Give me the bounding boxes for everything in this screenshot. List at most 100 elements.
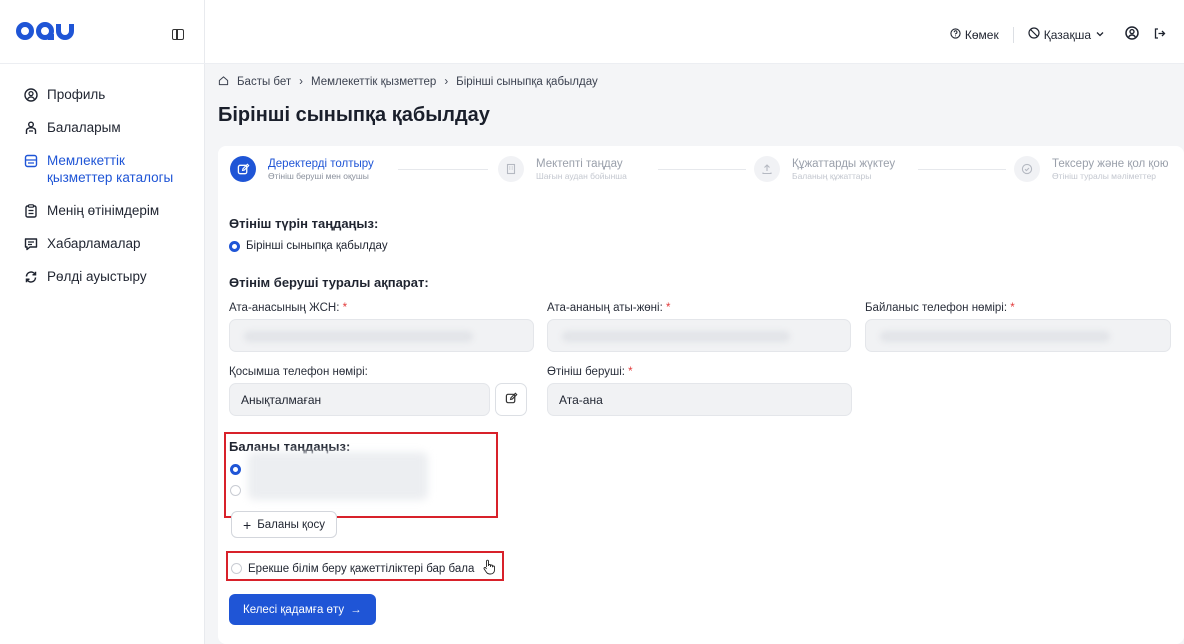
child-name-blurred bbox=[248, 452, 428, 500]
step-choose-school[interactable]: Мектепті таңдау Шағын аудан бойынша bbox=[498, 156, 627, 182]
sidebar-item-label: Рөлді ауыстыру bbox=[47, 269, 147, 284]
applicant-info-title: Өтінім беруші туралы ақпарат: bbox=[229, 275, 429, 290]
step-connector bbox=[658, 169, 746, 170]
phone-label: Байланыс телефон нөмірі: * bbox=[865, 302, 1015, 314]
building-icon bbox=[498, 156, 524, 182]
extra-phone-value: Анықталмаған bbox=[241, 392, 322, 407]
sidebar-item-label: Профиль bbox=[47, 87, 106, 102]
next-step-label: Келесі қадамға өту bbox=[243, 603, 345, 616]
help-icon bbox=[950, 27, 961, 42]
header-divider bbox=[1012, 26, 1014, 43]
brand-area bbox=[0, 0, 205, 64]
sidebar-nav: Профиль Балаларым Мемлекеттік қызметтер … bbox=[0, 78, 205, 293]
applicant-role-label-text: Өтініш беруші: bbox=[547, 366, 625, 378]
step-subtitle: Өтініш беруші мен оқушы bbox=[268, 170, 369, 181]
logout-button[interactable] bbox=[1153, 27, 1166, 43]
breadcrumb-home[interactable]: Басты бет bbox=[237, 76, 291, 88]
user-account-button[interactable] bbox=[1125, 26, 1139, 43]
sidebar-item-switch-role[interactable]: Рөлді ауыстыру bbox=[0, 260, 205, 293]
child-radio-unselected[interactable] bbox=[230, 485, 241, 496]
home-icon bbox=[218, 75, 229, 89]
iin-field[interactable] bbox=[229, 319, 534, 352]
required-mark: * bbox=[342, 302, 348, 314]
stepper: Деректерді толтыру Өтініш беруші мен оқу… bbox=[228, 156, 1174, 192]
child-radio-selected[interactable] bbox=[230, 464, 241, 475]
applicant-role-field[interactable]: Ата-ана bbox=[547, 383, 852, 416]
phone-field[interactable] bbox=[865, 319, 1171, 352]
step-subtitle: Өтініш туралы мәліметтер bbox=[1052, 170, 1157, 181]
arrow-right-icon: → bbox=[350, 603, 362, 616]
extra-phone-label: Қосымша телефон нөмірі: bbox=[229, 366, 368, 378]
next-step-button[interactable]: Келесі қадамға өту → bbox=[229, 594, 376, 625]
sidebar-item-label: Мемлекеттік қызметтер каталогы bbox=[47, 153, 174, 185]
step-title: Құжаттарды жүктеу bbox=[792, 157, 896, 170]
breadcrumb: Басты бет › Мемлекеттік қызметтер › Бірі… bbox=[218, 75, 598, 89]
step-upload-documents[interactable]: Құжаттарды жүктеу Баланың құжаттары bbox=[754, 156, 895, 182]
page-title: Бірінші сыныпқа қабылдау bbox=[218, 104, 490, 126]
radio-button[interactable] bbox=[229, 240, 240, 252]
main-content: Басты бет › Мемлекеттік қызметтер › Бірі… bbox=[205, 64, 1184, 644]
sidebar-item-my-applications[interactable]: Менің өтінімдерім bbox=[0, 194, 205, 227]
edit-phone-button[interactable] bbox=[495, 383, 527, 416]
edit-icon bbox=[230, 156, 256, 182]
oqu-logo-icon[interactable] bbox=[16, 22, 74, 40]
breadcrumb-separator-icon: › bbox=[299, 76, 304, 88]
sidebar-collapse-icon[interactable] bbox=[172, 29, 184, 40]
sidebar-item-notifications[interactable]: Хабарламалар bbox=[0, 227, 205, 260]
step-connector bbox=[918, 169, 1006, 170]
parent-name-label-text: Ата-ананың аты-жөні: bbox=[547, 302, 663, 314]
application-type-title: Өтініш түрін таңдаңыз: bbox=[229, 216, 379, 231]
breadcrumb-current: Бірінші сыныпқа қабылдау bbox=[456, 76, 598, 88]
chevron-down-icon bbox=[1095, 28, 1105, 42]
iin-label-text: Ата-анасының ЖСН: bbox=[229, 302, 340, 314]
required-mark: * bbox=[665, 302, 671, 314]
upload-icon bbox=[754, 156, 780, 182]
special-needs-label: Ерекше білім беру қажеттіліктері бар бал… bbox=[248, 562, 475, 575]
applicant-role-value: Ата-ана bbox=[559, 392, 603, 407]
sidebar-item-label: Хабарламалар bbox=[47, 236, 141, 251]
parent-name-label: Ата-ананың аты-жөні: * bbox=[547, 302, 670, 314]
sidebar-item-profile[interactable]: Профиль bbox=[0, 78, 205, 111]
step-subtitle: Баланың құжаттары bbox=[792, 170, 872, 181]
special-needs-option[interactable]: Ерекше білім беру қажеттіліктері бар бал… bbox=[231, 559, 496, 578]
globe-icon bbox=[1028, 27, 1040, 42]
user-circle-icon bbox=[24, 88, 38, 102]
user-circle-icon bbox=[1125, 26, 1139, 43]
step-title: Тексеру және қол қою bbox=[1052, 157, 1169, 170]
children-icon bbox=[24, 121, 38, 135]
catalog-icon bbox=[24, 154, 38, 168]
sidebar-item-children[interactable]: Балаларым bbox=[0, 111, 205, 144]
step-review-sign[interactable]: Тексеру және қол қою Өтініш туралы мәлім… bbox=[1014, 156, 1168, 182]
required-mark: * bbox=[1010, 302, 1015, 314]
form-card: Деректерді толтыру Өтініш беруші мен оқу… bbox=[218, 146, 1184, 644]
message-icon bbox=[24, 237, 38, 251]
step-title: Деректерді толтыру bbox=[268, 157, 374, 170]
step-subtitle: Шағын аудан бойынша bbox=[536, 170, 627, 181]
top-bar-actions: Көмек Қазақша bbox=[950, 26, 1166, 43]
sidebar-item-label: Менің өтінімдерім bbox=[47, 203, 160, 218]
application-type-option-label: Бірінші сыныпқа қабылдау bbox=[246, 240, 388, 252]
plus-icon: + bbox=[243, 516, 252, 533]
step-title: Мектепті таңдау bbox=[536, 157, 623, 170]
hand-cursor-icon bbox=[482, 559, 496, 578]
help-link[interactable]: Көмек bbox=[950, 28, 999, 42]
clipboard-icon bbox=[24, 204, 38, 218]
extra-phone-field[interactable]: Анықталмаған bbox=[229, 383, 490, 416]
sidebar-item-services-catalog[interactable]: Мемлекеттік қызметтер каталогы bbox=[0, 144, 205, 194]
step-connector bbox=[398, 169, 488, 170]
breadcrumb-separator-icon: › bbox=[444, 76, 449, 88]
language-selector[interactable]: Қазақша bbox=[1028, 27, 1105, 42]
applicant-role-label: Өтініш беруші: * bbox=[547, 366, 633, 378]
required-mark: * bbox=[628, 366, 633, 378]
add-child-button[interactable]: + Баланы қосу bbox=[231, 511, 337, 538]
checkbox[interactable] bbox=[231, 563, 242, 574]
logout-icon bbox=[1153, 27, 1166, 43]
top-bar: Көмек Қазақша bbox=[205, 0, 1184, 64]
step-fill-data[interactable]: Деректерді толтыру Өтініш беруші мен оқу… bbox=[230, 156, 374, 182]
application-type-option[interactable]: Бірінші сыныпқа қабылдау bbox=[229, 240, 388, 252]
check-circle-icon bbox=[1014, 156, 1040, 182]
sidebar-item-label: Балаларым bbox=[47, 120, 121, 135]
parent-name-field[interactable] bbox=[547, 319, 851, 352]
language-label: Қазақша bbox=[1043, 27, 1091, 42]
breadcrumb-services[interactable]: Мемлекеттік қызметтер bbox=[311, 76, 436, 88]
